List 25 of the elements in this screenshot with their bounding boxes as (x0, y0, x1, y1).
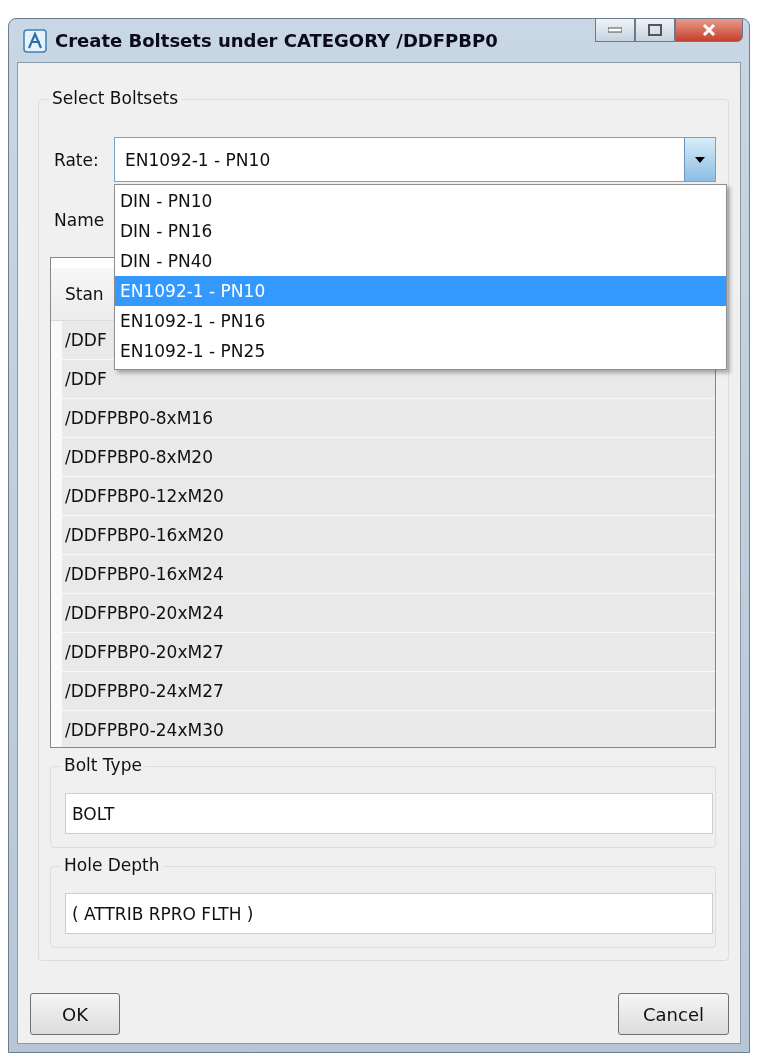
rate-label: Rate: (53, 149, 100, 170)
rate-dropdown[interactable]: EN1092-1 - PN10 (114, 137, 716, 183)
dropdown-option[interactable]: DIN - PN40 (115, 246, 726, 276)
app-icon (23, 28, 47, 53)
close-icon[interactable] (701, 23, 717, 37)
table-cell[interactable]: /DDF (62, 359, 107, 398)
group-title: Bolt Type (61, 755, 145, 776)
minimize-button[interactable] (595, 18, 635, 42)
group-title: Hole Depth (61, 855, 163, 876)
table-cell[interactable]: /DDF (62, 320, 107, 359)
maximize-icon[interactable] (648, 24, 662, 36)
dropdown-option[interactable]: EN1092-1 - PN25 (115, 336, 726, 366)
maximize-button[interactable] (635, 18, 675, 42)
window-title: Create Boltsets under CATEGORY /DDFPBP0 (55, 30, 498, 51)
close-button[interactable] (675, 18, 743, 42)
name-label: Name (53, 209, 106, 230)
dropdown-option[interactable]: DIN - PN10 (115, 186, 726, 216)
dropdown-option[interactable]: DIN - PN16 (115, 216, 726, 246)
minimize-icon[interactable] (608, 27, 622, 33)
row-header[interactable] (51, 710, 62, 748)
cancel-button[interactable]: Cancel (618, 993, 729, 1035)
hole-depth-field[interactable]: ( ATTRIB RPRO FLTH ) (65, 893, 713, 935)
bolt-type-field[interactable]: BOLT (65, 793, 713, 835)
dropdown-option[interactable]: EN1092-1 - PN16 (115, 306, 726, 336)
ok-button[interactable]: OK (30, 993, 120, 1035)
